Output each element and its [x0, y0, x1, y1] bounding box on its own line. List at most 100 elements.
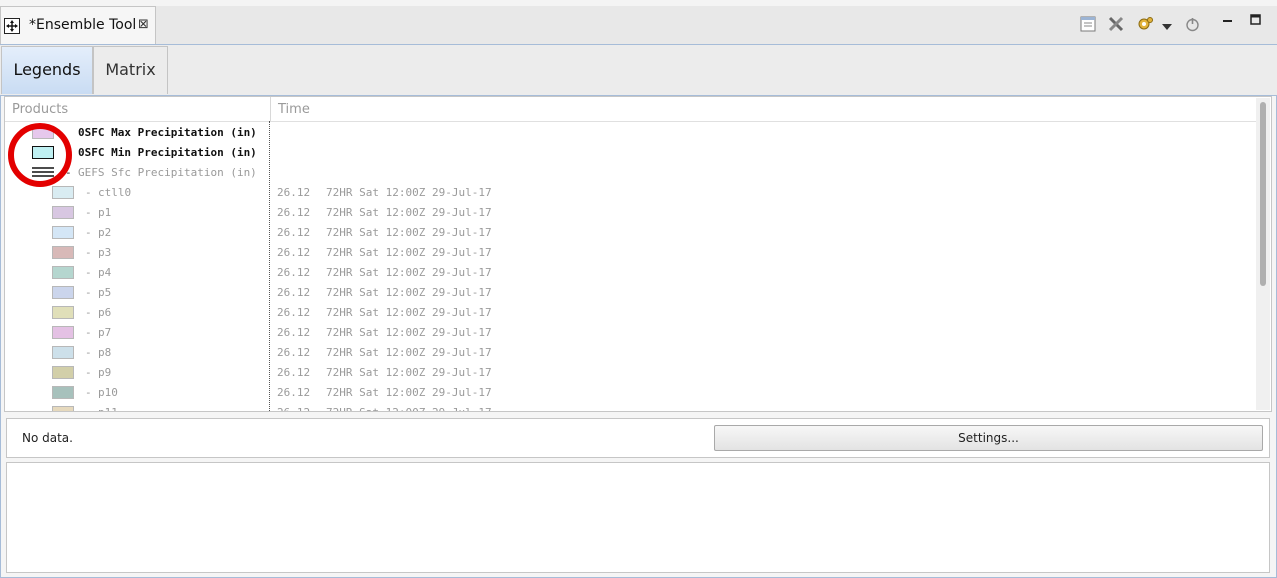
tree-connector: - — [85, 266, 92, 279]
tree-row-member[interactable]: - p4 26.12 72HR Sat 12:00Z 29-Jul-17 — [5, 263, 1257, 283]
legend-swatch[interactable] — [52, 346, 74, 359]
member-time: 72HR Sat 12:00Z 29-Jul-17 — [326, 306, 492, 319]
legend-swatch[interactable] — [52, 386, 74, 399]
move-arrows-icon — [4, 18, 20, 34]
tree-connector: - — [85, 406, 92, 411]
tab-matrix[interactable]: Matrix — [93, 46, 168, 94]
detail-panel — [6, 462, 1270, 573]
tree-row-member[interactable]: - p10 26.12 72HR Sat 12:00Z 29-Jul-17 — [5, 383, 1257, 403]
status-message: No data. — [22, 431, 73, 445]
tree-row-member[interactable]: - p8 26.12 72HR Sat 12:00Z 29-Jul-17 — [5, 343, 1257, 363]
member-time: 72HR Sat 12:00Z 29-Jul-17 — [326, 226, 492, 239]
view-tab-title: *Ensemble Tool — [29, 17, 137, 33]
member-label: p1 — [98, 206, 112, 219]
tree-connector: - — [85, 386, 92, 399]
member-time: 72HR Sat 12:00Z 29-Jul-17 — [326, 406, 492, 411]
tree-row-member[interactable]: - p11 26.12 72HR Sat 12:00Z 29-Jul-17 — [5, 403, 1257, 411]
tree-connector: - — [85, 186, 92, 199]
tree-row-product[interactable]: ⌄ - GEFS Sfc Precipitation (in) — [5, 163, 1257, 183]
tree-connector: - — [85, 346, 92, 359]
member-value: 26.12 — [277, 386, 311, 399]
member-time: 72HR Sat 12:00Z 29-Jul-17 — [326, 366, 492, 379]
member-label: p8 — [98, 346, 112, 359]
gear-icon[interactable] — [1136, 16, 1154, 36]
tree-row-member[interactable]: - p1 26.12 72HR Sat 12:00Z 29-Jul-17 — [5, 203, 1257, 223]
view-tab-ensemble-tool[interactable]: *Ensemble Tool ⊠ — [0, 6, 156, 44]
tree-connector: - — [85, 326, 92, 339]
tab-legends[interactable]: Legends — [1, 46, 93, 94]
member-value: 26.12 — [277, 346, 311, 359]
minimize-icon[interactable] — [1222, 14, 1234, 29]
product-label: GEFS Sfc Precipitation (in) — [78, 166, 257, 179]
legend-swatch[interactable] — [52, 186, 74, 199]
member-value: 26.12 — [277, 266, 311, 279]
member-value: 26.12 — [277, 186, 311, 199]
tree-row-member[interactable]: - ctll0 26.12 72HR Sat 12:00Z 29-Jul-17 — [5, 183, 1257, 203]
status-panel: No data. Settings... — [6, 418, 1270, 458]
tree-connector: - — [85, 306, 92, 319]
member-time: 72HR Sat 12:00Z 29-Jul-17 — [326, 246, 492, 259]
member-label: p5 — [98, 286, 112, 299]
member-time: 72HR Sat 12:00Z 29-Jul-17 — [326, 346, 492, 359]
member-value: 26.12 — [277, 286, 311, 299]
tree-row-product[interactable]: - 0SFC Min Precipitation (in) — [5, 143, 1257, 163]
member-label: p7 — [98, 326, 112, 339]
tree-header: Products Time — [5, 97, 1257, 122]
scrollbar-thumb[interactable] — [1260, 102, 1266, 286]
time-column-header[interactable]: Time — [278, 102, 310, 117]
tree-row-product[interactable]: 0SFC Max Precipitation (in) — [5, 123, 1257, 143]
member-value: 26.12 — [277, 206, 311, 219]
tree-row-member[interactable]: - p2 26.12 72HR Sat 12:00Z 29-Jul-17 — [5, 223, 1257, 243]
tree-row-member[interactable]: - p9 26.12 72HR Sat 12:00Z 29-Jul-17 — [5, 363, 1257, 383]
tree-row-member[interactable]: - p7 26.12 72HR Sat 12:00Z 29-Jul-17 — [5, 323, 1257, 343]
member-time: 72HR Sat 12:00Z 29-Jul-17 — [326, 186, 492, 199]
legend-swatch[interactable] — [52, 406, 74, 411]
member-value: 26.12 — [277, 306, 311, 319]
legend-swatch[interactable] — [52, 306, 74, 319]
member-label: p6 — [98, 306, 112, 319]
power-icon[interactable] — [1185, 16, 1200, 36]
tree-connector: - — [85, 246, 92, 259]
legend-swatch[interactable] — [52, 246, 74, 259]
close-icon[interactable]: ⊠ — [138, 17, 149, 32]
settings-button[interactable]: Settings... — [714, 425, 1263, 451]
tools-icon[interactable] — [1108, 16, 1124, 36]
notes-icon[interactable] — [1080, 16, 1096, 36]
member-value: 26.12 — [277, 326, 311, 339]
tree-connector: - — [85, 206, 92, 219]
tree-connector: - — [85, 286, 92, 299]
member-label: ctll0 — [98, 186, 132, 199]
legend-swatch[interactable] — [52, 226, 74, 239]
legend-swatch[interactable] — [52, 206, 74, 219]
product-label: 0SFC Max Precipitation (in) — [78, 126, 257, 139]
member-value: 26.12 — [277, 366, 311, 379]
tree-connector: - — [85, 366, 92, 379]
member-time: 72HR Sat 12:00Z 29-Jul-17 — [326, 286, 492, 299]
maximize-icon[interactable] — [1250, 14, 1262, 30]
tab-strip: Legends Matrix — [0, 45, 1277, 96]
tree-row-member[interactable]: - p5 26.12 72HR Sat 12:00Z 29-Jul-17 — [5, 283, 1257, 303]
legend-tree[interactable]: Products Time 0SFC Max Precipitation (in… — [4, 96, 1272, 412]
vertical-scrollbar[interactable] — [1256, 98, 1270, 410]
member-value: 26.12 — [277, 406, 310, 411]
legend-swatch[interactable] — [52, 326, 74, 339]
products-column-header[interactable]: Products — [12, 102, 68, 117]
dropdown-arrow-icon[interactable] — [1162, 20, 1172, 35]
member-time: 72HR Sat 12:00Z 29-Jul-17 — [326, 206, 492, 219]
member-label: p4 — [98, 266, 112, 279]
legend-swatch[interactable] — [52, 286, 74, 299]
legend-swatch[interactable] — [52, 266, 74, 279]
member-label: p10 — [98, 386, 118, 399]
member-label: p9 — [98, 366, 112, 379]
tree-connector: - — [85, 226, 92, 239]
member-time: 72HR Sat 12:00Z 29-Jul-17 — [326, 266, 492, 279]
tree-row-member[interactable]: - p3 26.12 72HR Sat 12:00Z 29-Jul-17 — [5, 243, 1257, 263]
member-label: p2 — [98, 226, 112, 239]
tree-row-member[interactable]: - p6 26.12 72HR Sat 12:00Z 29-Jul-17 — [5, 303, 1257, 323]
member-time: 72HR Sat 12:00Z 29-Jul-17 — [326, 386, 492, 399]
legend-swatch[interactable] — [52, 366, 74, 379]
annotation-circle — [8, 123, 72, 187]
member-value: 26.12 — [277, 246, 311, 259]
member-label: p3 — [98, 246, 112, 259]
member-value: 26.12 — [277, 226, 311, 239]
